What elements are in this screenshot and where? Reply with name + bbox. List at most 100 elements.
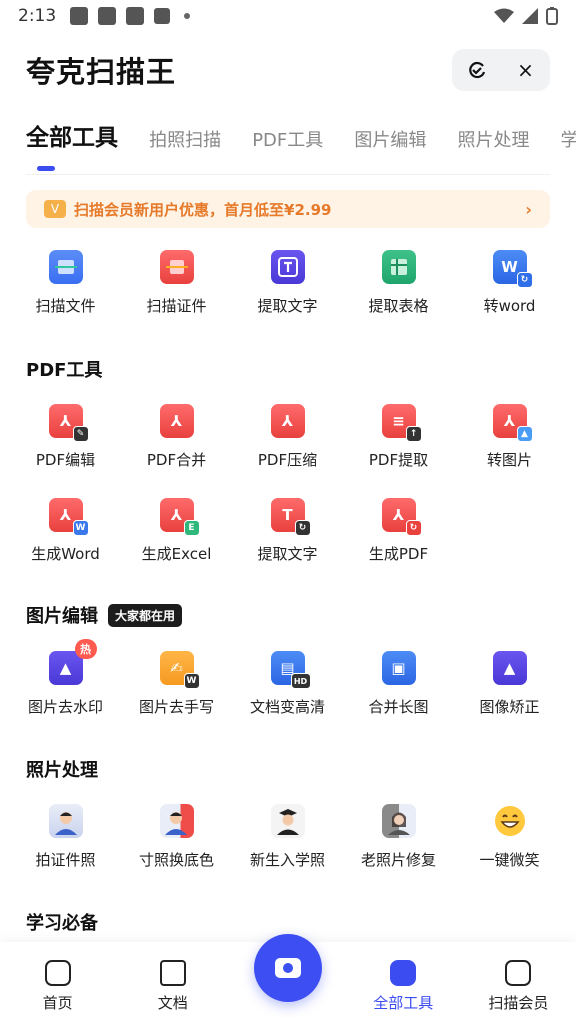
tool-gen-pdf[interactable]: ⅄ ↻ 生成PDF <box>343 498 454 564</box>
tool-remove-handwriting[interactable]: ✍ W 图片去手写 <box>121 651 232 717</box>
section-title-image-edit: 图片编辑 大家都在用 <box>26 602 183 628</box>
nav-home[interactable]: 首页 <box>0 942 115 1024</box>
tool-pdf-edit[interactable]: ⅄ ✎ PDF编辑 <box>10 404 121 470</box>
popular-badge: 大家都在用 <box>108 603 183 627</box>
tabs-divider <box>26 174 550 175</box>
pdf-edit-icon: ⅄ ✎ <box>48 404 89 442</box>
section-title-text: 图片编辑 <box>26 606 98 627</box>
tool-label: PDF压缩 <box>257 451 318 469</box>
tool-pdf-compress[interactable]: ⅄ PDF压缩 <box>232 404 343 470</box>
tool-extract-table[interactable]: 提取表格 <box>343 250 454 316</box>
tool-label: 老照片修复 <box>360 851 436 869</box>
tool-label: 转图片 <box>486 451 532 469</box>
tool-pdf-extract[interactable]: ≡ ↑ PDF提取 <box>343 404 454 470</box>
tool-merge-long-image[interactable]: ▣ 合并长图 <box>343 651 454 717</box>
tool-id-photo[interactable]: 拍证件照 <box>10 804 121 870</box>
chevron-right-icon: › <box>525 199 532 219</box>
scan-file-icon <box>48 250 83 284</box>
tool-smile[interactable]: 一键微笑 <box>454 804 565 870</box>
tool-label: 提取文字 <box>257 545 318 563</box>
extract-table-icon <box>381 250 416 284</box>
nav-label: 全部工具 <box>373 993 434 1012</box>
battery-icon <box>546 7 558 25</box>
tool-change-bg[interactable]: 寸照换底色 <box>121 804 232 870</box>
hd-badge-icon: HD <box>290 673 311 689</box>
tool-scan-id[interactable]: 扫描证件 <box>121 250 232 316</box>
merge-long-image-icon: ▣ <box>381 651 416 685</box>
pdf-tools-row-2: ⅄ W 生成Word ⅄ E 生成Excel T ↻ 提取文字 ⅄ ↻ 生成PDF <box>10 498 566 564</box>
tool-pdf-to-image[interactable]: ⅄ ▲ 转图片 <box>454 404 565 470</box>
tool-label: 扫描证件 <box>146 297 207 315</box>
tool-graduate-photo[interactable]: 新生入学照 <box>232 804 343 870</box>
nav-documents[interactable]: 文档 <box>115 942 230 1024</box>
tool-scan-file[interactable]: 扫描文件 <box>10 250 121 316</box>
image-icon: ▲ <box>516 426 533 442</box>
app-header: 夸克扫描王 × <box>0 44 576 96</box>
gen-word-icon: ⅄ W <box>48 498 89 536</box>
tool-label: 生成PDF <box>368 545 429 563</box>
wifi-icon <box>494 8 514 23</box>
more-notifications-icon <box>184 13 191 19</box>
nav-label: 首页 <box>42 993 73 1012</box>
tool-label: 转word <box>483 297 536 315</box>
change-bg-icon <box>159 804 194 838</box>
nav-vip[interactable]: 扫描会员 <box>461 942 576 1024</box>
status-bar: 2:13 <box>0 0 576 32</box>
tool-old-photo-repair[interactable]: 老照片修复 <box>343 804 454 870</box>
tool-label: PDF编辑 <box>35 451 96 469</box>
nav-label: 扫描会员 <box>488 993 549 1012</box>
convert-badge-icon: ↻ <box>516 272 533 288</box>
tool-label: 图片去手写 <box>138 698 214 716</box>
tab-pdf-tools[interactable]: PDF工具 <box>252 126 323 152</box>
nav-all-tools[interactable]: 全部工具 <box>346 942 461 1024</box>
tool-label: 合并长图 <box>368 698 429 716</box>
tool-pdf-merge[interactable]: ⅄ PDF合并 <box>121 404 232 470</box>
mini-program-capsule: × <box>452 49 550 91</box>
tab-image-edit[interactable]: 图片编辑 <box>354 126 426 152</box>
pdf-compress-icon: ⅄ <box>270 404 305 438</box>
tool-label: 图像矫正 <box>479 698 540 716</box>
section-title-photo: 照片处理 <box>26 760 98 781</box>
remove-watermark-icon: ▲ 热 <box>48 639 97 685</box>
tool-gen-word[interactable]: ⅄ W 生成Word <box>10 498 121 564</box>
tool-label: PDF合并 <box>146 451 207 469</box>
close-icon[interactable]: × <box>508 52 544 88</box>
refresh-icon[interactable] <box>459 52 495 88</box>
convert-badge-icon: ↻ <box>405 520 422 536</box>
image-tools-row: ▲ 热 图片去水印 ✍ W 图片去手写 ▤ HD 文档变高清 ▣ 合并长图 ▲ 图像矫… <box>10 639 566 717</box>
tool-gen-excel[interactable]: ⅄ E 生成Excel <box>121 498 232 564</box>
folder-icon <box>159 959 186 986</box>
gen-excel-icon: ⅄ E <box>159 498 200 536</box>
promo-banner[interactable]: V 扫描会员新用户优惠，首月低至¥2.99 › <box>26 190 550 228</box>
graduate-photo-icon <box>270 804 305 838</box>
tab-photo-scan[interactable]: 拍照扫描 <box>149 126 221 152</box>
tool-extract-text[interactable]: 提取文字 <box>232 250 343 316</box>
tool-pdf-extract-text[interactable]: T ↻ 提取文字 <box>232 498 343 564</box>
tab-photo-process[interactable]: 照片处理 <box>457 126 529 152</box>
nav-label: 文档 <box>157 993 188 1012</box>
tool-remove-watermark[interactable]: ▲ 热 图片去水印 <box>10 639 121 717</box>
word-badge-icon: W <box>72 520 89 536</box>
tool-doc-hd[interactable]: ▤ HD 文档变高清 <box>232 651 343 717</box>
camera-icon <box>275 958 301 978</box>
gen-pdf-icon: ⅄ ↻ <box>381 498 422 536</box>
camera-scan-button[interactable] <box>254 934 322 1002</box>
tool-label: 寸照换底色 <box>138 851 214 869</box>
w-badge-icon: W <box>183 673 200 689</box>
home-icon <box>44 959 71 986</box>
pdf-extract-text-icon: T ↻ <box>270 498 311 536</box>
tool-label: 生成Excel <box>141 545 212 563</box>
status-time: 2:13 <box>18 6 57 26</box>
tool-image-correct[interactable]: ▲ 图像矫正 <box>454 651 565 717</box>
tool-to-word[interactable]: W ↻ 转word <box>454 250 565 316</box>
image-correct-icon: ▲ <box>492 651 527 685</box>
app-notification-icon <box>126 7 145 25</box>
tab-study[interactable]: 学习必备 <box>561 126 576 152</box>
tool-label: 一键微笑 <box>479 851 540 869</box>
tab-all-tools[interactable]: 全部工具 <box>26 118 118 152</box>
active-tab-indicator <box>37 166 55 171</box>
tool-label: 图片去水印 <box>27 698 103 716</box>
a-notification-icon <box>154 8 171 24</box>
pdf-to-image-icon: ⅄ ▲ <box>492 404 533 442</box>
tool-label: PDF提取 <box>368 451 429 469</box>
